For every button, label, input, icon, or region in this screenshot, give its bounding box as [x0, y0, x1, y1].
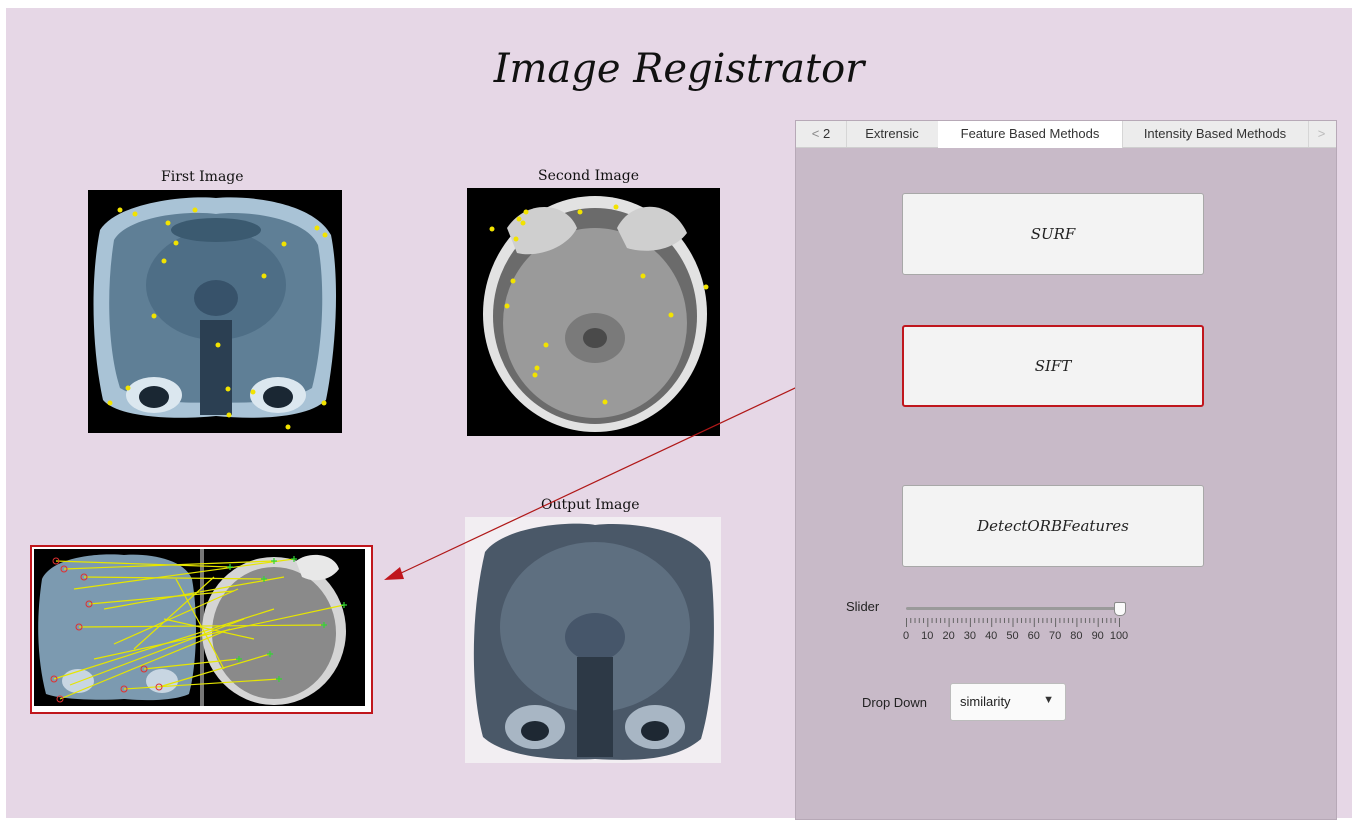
chevron-left-icon: < [811, 126, 820, 141]
tab-page-number: 2 [822, 126, 831, 141]
methods-tab-panel: < 2 Extrensic Feature Based Methods Inte… [795, 120, 1337, 820]
slider-tick-label: 10 [921, 630, 934, 642]
slider-tick-label: 20 [942, 630, 955, 642]
sift-button[interactable]: SIFT [902, 325, 1204, 407]
slider-tick-label: 0 [902, 630, 910, 642]
dropdown-value: similarity [960, 694, 1011, 709]
slider-thumb[interactable] [1114, 602, 1126, 616]
slider-tick-label: 100 [1109, 630, 1129, 642]
output-image-caption: Output Image [541, 497, 640, 513]
tab-bar: < 2 Extrensic Feature Based Methods Inte… [796, 121, 1336, 148]
chevron-right-icon[interactable]: > [1308, 121, 1335, 147]
slider-tick-label: 90 [1091, 630, 1104, 642]
tab-extrensic[interactable]: Extrensic [846, 121, 939, 147]
caret-down-icon: ▼ [1043, 694, 1054, 706]
second-image-caption: Second Image [538, 168, 639, 184]
slider-ticks [906, 618, 1120, 627]
slider-tick-label: 50 [1006, 630, 1019, 642]
dropdown-label: Drop Down [862, 695, 928, 710]
slider-tick-label: 40 [985, 630, 998, 642]
slider-tick-label: 80 [1070, 630, 1083, 642]
app-title: Image Registrator [493, 46, 865, 92]
app-window: Image Registrator First Image Second Ima… [6, 8, 1352, 820]
slider-label: Slider [846, 599, 880, 614]
tab-intensity-based-methods[interactable]: Intensity Based Methods [1122, 121, 1309, 147]
output-image [465, 517, 721, 763]
first-image [88, 190, 342, 433]
slider-track [906, 607, 1119, 610]
tab-feature-based-methods[interactable]: Feature Based Methods [938, 121, 1123, 148]
slider-tick-label: 30 [963, 630, 977, 642]
matched-features-image [30, 545, 373, 714]
first-image-caption: First Image [161, 169, 244, 185]
surf-button[interactable]: SURF [902, 193, 1204, 275]
second-image [467, 188, 720, 436]
slider-tick-label: 70 [1048, 630, 1062, 642]
transform-type-dropdown[interactable]: similarity ▼ [950, 683, 1066, 721]
tab-scroll-prev[interactable]: < 2 [796, 121, 847, 147]
orb-features-button[interactable]: DetectORBFeatures [902, 485, 1204, 567]
threshold-slider[interactable]: 0 10 20 30 40 50 60 70 80 90 100 [902, 602, 1131, 642]
slider-tick-label: 60 [1027, 630, 1040, 642]
